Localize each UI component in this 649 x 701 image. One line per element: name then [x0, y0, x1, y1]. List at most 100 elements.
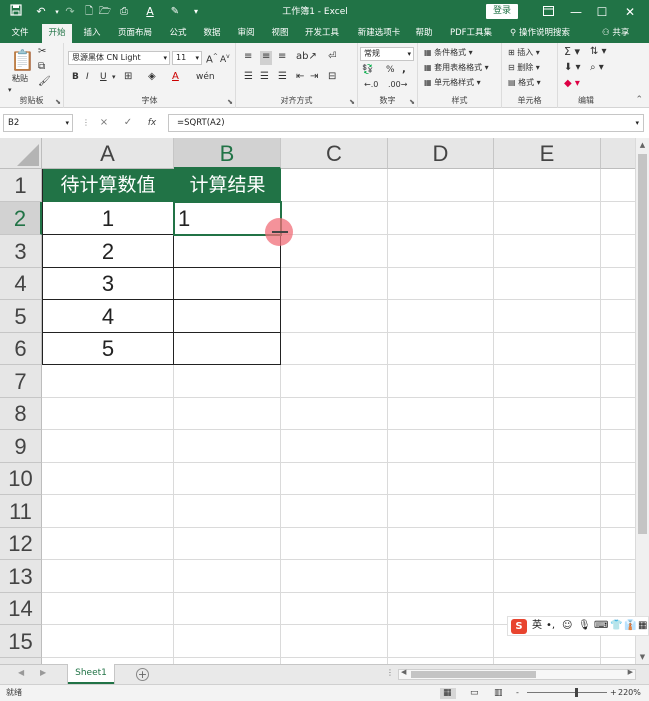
align-top-icon[interactable]: ≡ [244, 51, 252, 65]
row-header-7[interactable]: 7 [0, 365, 42, 398]
scroll-down-icon[interactable]: ▼ [636, 650, 649, 664]
user-icon[interactable]: 👕 [610, 617, 622, 635]
row-header-1[interactable]: 1 [0, 169, 42, 202]
increase-font-icon[interactable]: A^ [206, 51, 218, 65]
ime-toolbar[interactable]: S 英 •, ☺ 🎙 ⌨ 👕 👔 ▦ [507, 616, 649, 636]
underline-dropdown-icon[interactable]: ▾ [112, 71, 116, 85]
tab-view[interactable]: 视图 [266, 24, 294, 43]
fill-color-icon[interactable]: ◈ [148, 71, 156, 85]
zoom-level[interactable]: 220% [618, 685, 641, 701]
share-button[interactable]: ⚇ 共享 [602, 24, 629, 43]
row-header-8[interactable]: 8 [0, 398, 42, 430]
number-launcher-icon[interactable]: ⬊ [409, 98, 415, 106]
insert-cells-button[interactable]: ⊞ 插入 ▾ [508, 47, 540, 61]
row-header-5[interactable]: 5 [0, 300, 42, 333]
row-header-3[interactable]: 3 [0, 235, 42, 268]
select-all-button[interactable] [0, 138, 42, 169]
scroll-left-icon[interactable]: ◀ [401, 668, 406, 676]
paste-button[interactable]: 粘贴 [12, 73, 28, 87]
merge-center-icon[interactable]: ⊟ [328, 71, 336, 85]
zoom-out-button[interactable]: - [516, 685, 519, 701]
cell-b1[interactable]: 计算结果 [174, 169, 281, 202]
tab-pdf-tools[interactable]: PDF工具集 [446, 24, 496, 43]
vertical-scroll-thumb[interactable] [638, 154, 647, 534]
alignment-launcher-icon[interactable]: ⬊ [349, 98, 355, 106]
punctuation-icon[interactable]: •, [546, 617, 555, 635]
row-header-11[interactable]: 11 [0, 495, 42, 528]
undo-icon[interactable]: ↶ [32, 4, 50, 20]
underline-button[interactable]: U [100, 71, 107, 85]
row-header-2[interactable]: 2 [0, 202, 42, 235]
row-header-14[interactable]: 14 [0, 593, 42, 625]
tab-help[interactable]: 帮助 [410, 24, 438, 43]
cell-a4[interactable]: 3 [42, 268, 174, 300]
tab-formulas[interactable]: 公式 [164, 24, 192, 43]
cell-b6[interactable] [174, 333, 281, 365]
cell-b3[interactable] [174, 235, 281, 268]
undo-dropdown-icon[interactable]: ▾ [52, 4, 62, 20]
formula-input[interactable]: =SQRT(A2) ▾ [168, 114, 644, 132]
login-button[interactable]: 登录 [486, 4, 518, 19]
collapse-ribbon-icon[interactable]: ⌃ [635, 95, 643, 105]
column-header-a[interactable]: A [42, 138, 174, 169]
align-bottom-icon[interactable]: ≡ [278, 51, 286, 65]
clipboard-launcher-icon[interactable]: ⬊ [55, 98, 61, 106]
emoji-icon[interactable]: ☺ [562, 617, 572, 635]
cell-b4[interactable] [174, 268, 281, 300]
row-header-4[interactable]: 4 [0, 268, 42, 300]
tab-file[interactable]: 文件 [6, 24, 34, 43]
borders-icon[interactable]: ⊞ [124, 71, 132, 85]
customize-toolbar-icon[interactable]: ▾ [190, 4, 202, 20]
row-header-13[interactable]: 13 [0, 560, 42, 593]
cell-b5[interactable] [174, 300, 281, 333]
font-size-select[interactable]: 11 ▾ [172, 51, 202, 65]
cancel-icon[interactable]: × [96, 114, 112, 132]
format-painter-icon[interactable]: 🖌 [38, 76, 51, 90]
tab-data[interactable]: 数据 [198, 24, 226, 43]
tell-me-search[interactable]: ⚲ 操作说明搜索 [510, 24, 570, 43]
font-name-select[interactable]: 思源黑体 CN Light ▾ [68, 51, 170, 65]
sort-filter-icon[interactable]: ⇅ ▾ [590, 46, 607, 60]
ribbon-display-icon[interactable] [536, 2, 560, 22]
align-left-icon[interactable]: ☰ [244, 71, 253, 85]
name-box[interactable]: B2 ▾ [3, 114, 73, 132]
add-sheet-button[interactable]: + [136, 668, 149, 681]
cell-a5[interactable]: 4 [42, 300, 174, 333]
minimize-icon[interactable]: — [564, 2, 588, 22]
column-header-d[interactable]: D [388, 138, 494, 169]
align-middle-icon[interactable]: ≡ [260, 51, 273, 65]
fill-icon[interactable]: ⬇ ▾ [564, 62, 581, 76]
format-painter-icon[interactable]: ✎ [168, 4, 182, 20]
keyboard-icon[interactable]: ⌨ [594, 617, 608, 635]
phonetic-icon[interactable]: wén [196, 71, 215, 85]
bold-button[interactable]: B [72, 71, 79, 85]
grid-menu-icon[interactable]: ▦ [638, 617, 647, 635]
horizontal-scrollbar[interactable]: ◀ ▶ [398, 668, 636, 680]
horizontal-scroll-thumb[interactable] [411, 671, 536, 678]
decrease-indent-icon[interactable]: ⇤ [296, 71, 304, 85]
cut-icon[interactable]: ✂ [38, 46, 46, 60]
number-format-select[interactable]: 常规 ▾ [360, 47, 414, 61]
worksheet-grid[interactable]: A B C D E 1 2 3 4 5 6 7 8 9 10 11 12 13 … [0, 138, 635, 664]
row-header-12[interactable]: 12 [0, 528, 42, 560]
tab-new-tab[interactable]: 新建选项卡 [352, 24, 406, 43]
cell-a2[interactable]: 1 [42, 202, 174, 235]
normal-view-icon[interactable]: ▦ [443, 685, 452, 701]
restore-icon[interactable]: ☐ [590, 2, 614, 22]
page-layout-view-icon[interactable]: ▭ [470, 685, 479, 701]
cell-a3[interactable]: 2 [42, 235, 174, 268]
comma-button[interactable]: , [402, 64, 406, 78]
clear-icon[interactable]: ◆ ▾ [564, 78, 580, 92]
row-header-15[interactable]: 15 [0, 625, 42, 658]
tab-split-icon[interactable]: ⋮ [386, 668, 394, 677]
row-header-10[interactable]: 10 [0, 463, 42, 495]
new-file-icon[interactable]: 🗋 [82, 4, 96, 20]
sheet-next-icon[interactable]: ▶ [40, 668, 46, 677]
zoom-in-button[interactable]: + [610, 685, 617, 701]
cell-styles-button[interactable]: ▦ 单元格样式 ▾ [424, 77, 481, 91]
insert-function-icon[interactable]: fx [144, 114, 160, 132]
tab-insert[interactable]: 插入 [78, 24, 106, 43]
orientation-icon[interactable]: ab↗ [296, 51, 317, 65]
find-select-icon[interactable]: ⌕ ▾ [590, 62, 604, 76]
copy-icon[interactable]: ⧉ [38, 61, 45, 75]
